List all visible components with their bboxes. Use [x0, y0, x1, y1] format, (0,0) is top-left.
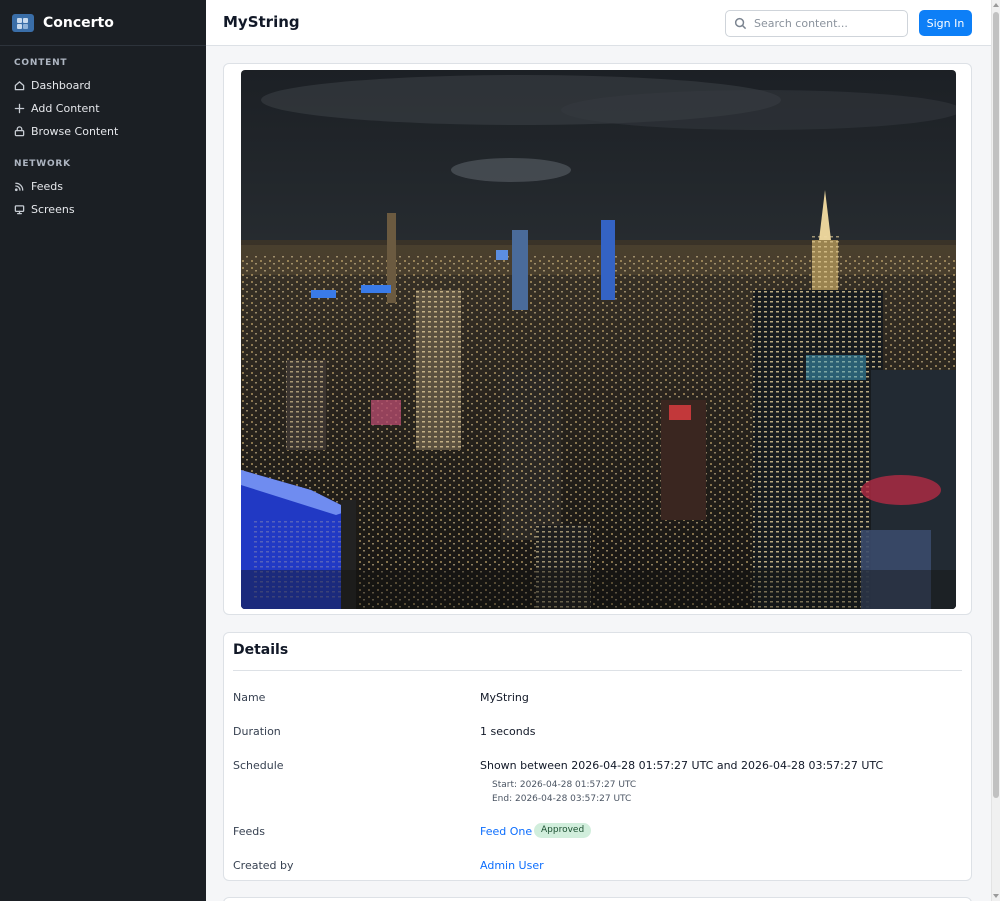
status-badge: Approved	[534, 823, 592, 838]
created-by-label: Created by	[233, 859, 294, 872]
content-image[interactable]	[241, 70, 956, 609]
sidebar-item-label: Add Content	[31, 102, 100, 115]
nav-heading-content: CONTENT	[14, 58, 68, 68]
app-name: Concerto	[43, 14, 114, 31]
schedule-value: Shown between 2026-04-28 01:57:27 UTC an…	[480, 759, 884, 772]
sidebar: Concerto CONTENT Dashboard Add Content B…	[0, 0, 206, 901]
sign-in-button[interactable]: Sign In	[919, 10, 972, 36]
sidebar-item-feeds[interactable]: Feeds	[14, 175, 192, 198]
sidebar-item-label: Feeds	[31, 180, 63, 193]
top-bar: MyString Sign In	[206, 0, 991, 46]
duration-value: 1 seconds	[480, 725, 536, 738]
scroll-down-icon[interactable]	[993, 894, 999, 898]
home-icon	[14, 81, 25, 91]
lock-icon	[14, 126, 25, 137]
scrollbar[interactable]	[991, 0, 1000, 901]
concerto-logo-icon	[12, 13, 34, 32]
brand[interactable]: Concerto	[0, 0, 206, 46]
schedule-start: Start: 2026-04-28 01:57:27 UTC	[492, 780, 637, 790]
details-title: Details	[233, 642, 289, 658]
details-card: Details Name MyString Duration 1 seconds…	[223, 632, 972, 881]
sidebar-item-screens[interactable]: Screens	[14, 198, 192, 221]
sidebar-item-label: Dashboard	[31, 79, 91, 92]
sidebar-item-dashboard[interactable]: Dashboard	[14, 74, 192, 97]
divider	[233, 670, 962, 671]
feeds-label: Feeds	[233, 825, 265, 838]
duration-label: Duration	[233, 725, 281, 738]
nav-heading-network: NETWORK	[14, 159, 71, 169]
search-input[interactable]	[754, 17, 894, 30]
scroll-up-icon[interactable]	[993, 3, 999, 7]
schedule-label: Schedule	[233, 759, 284, 772]
plus-icon	[14, 103, 25, 114]
monitor-icon	[14, 205, 25, 215]
search-box[interactable]	[725, 10, 908, 37]
content-preview-card	[223, 63, 972, 615]
name-value: MyString	[480, 691, 529, 704]
sidebar-item-label: Screens	[31, 203, 75, 216]
page-title: MyString	[223, 13, 300, 31]
scroll-thumb[interactable]	[993, 12, 999, 798]
next-card	[223, 897, 972, 901]
created-by-link[interactable]: Admin User	[480, 859, 544, 872]
name-label: Name	[233, 691, 266, 704]
sidebar-item-add-content[interactable]: Add Content	[14, 97, 192, 120]
sidebar-item-label: Browse Content	[31, 125, 119, 138]
feed-link[interactable]: Feed One	[480, 825, 532, 838]
schedule-end: End: 2026-04-28 03:57:27 UTC	[492, 794, 632, 804]
sidebar-item-browse-content[interactable]: Browse Content	[14, 120, 192, 143]
rss-icon	[14, 182, 24, 192]
city-skyline-photo	[241, 70, 956, 609]
search-icon	[734, 17, 747, 30]
